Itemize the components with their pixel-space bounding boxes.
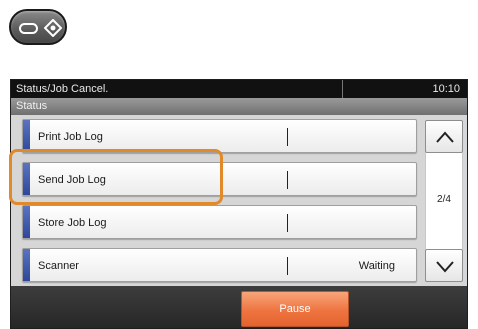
page-indicator-text: 2/4 (437, 194, 451, 205)
bottom-bar: Pause (11, 286, 467, 328)
row-label: Store Job Log (38, 217, 107, 229)
chevron-down-icon (436, 261, 454, 273)
title-separator (342, 80, 343, 98)
row-divider (287, 214, 288, 232)
screen-title: Status/Job Cancel. (16, 83, 109, 95)
row-store-job-log[interactable]: Store Job Log (22, 205, 417, 239)
operation-panel: Status/Job Cancel. 10:10 Status Print Jo… (10, 79, 468, 329)
status-job-cancel-key[interactable] (9, 9, 67, 45)
section-title: Status (16, 100, 48, 112)
key-diamond-icon (44, 19, 62, 37)
row-print-job-log[interactable]: Print Job Log (22, 119, 417, 153)
page-indicator: 2/4 (425, 153, 463, 249)
row-label: Scanner (38, 260, 79, 272)
row-divider (287, 171, 288, 189)
row-label: Print Job Log (38, 131, 103, 143)
title-bar: Status/Job Cancel. 10:10 (11, 80, 467, 98)
section-header: Status (11, 98, 467, 115)
chevron-up-icon (436, 131, 454, 143)
scroll-up-button[interactable] (425, 120, 463, 153)
row-status: Waiting (358, 260, 395, 272)
scroll-down-button[interactable] (425, 249, 463, 282)
row-accent (23, 206, 30, 238)
pause-button[interactable]: Pause (241, 291, 349, 327)
row-accent (23, 120, 30, 152)
job-log-list: Print Job Log Send Job Log Store Job Log… (11, 115, 467, 286)
row-accent (23, 163, 30, 195)
row-divider (287, 128, 288, 146)
row-accent (23, 249, 30, 281)
key-pill-icon (19, 23, 38, 34)
row-label: Send Job Log (38, 174, 106, 186)
clock: 10:10 (432, 83, 460, 95)
row-send-job-log[interactable]: Send Job Log (22, 162, 417, 196)
row-scanner[interactable]: Scanner Waiting (22, 248, 417, 282)
